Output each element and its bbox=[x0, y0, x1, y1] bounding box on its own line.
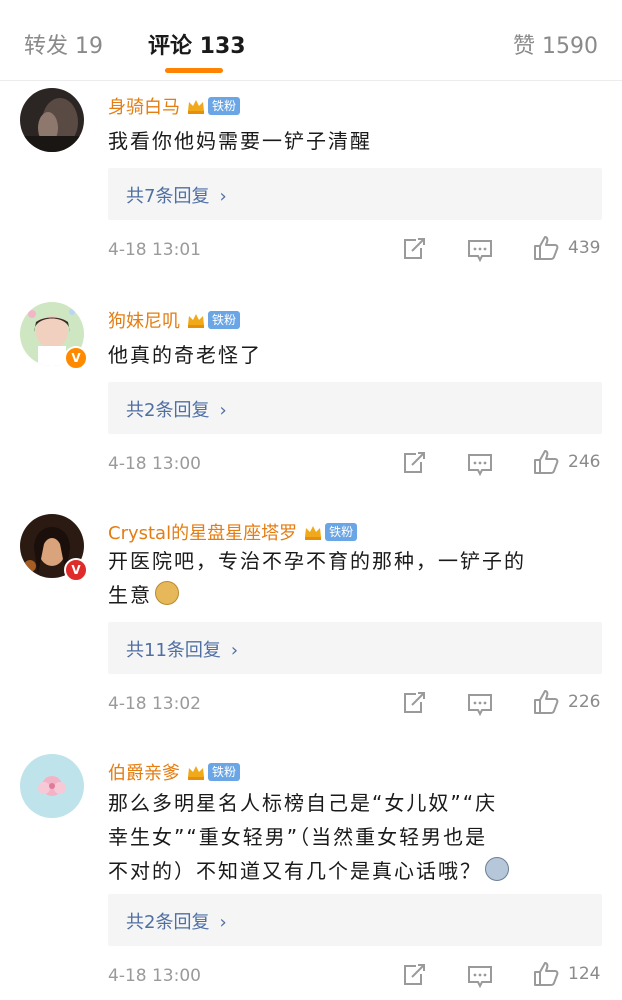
chevron-right-icon: › bbox=[219, 400, 227, 421]
fan-badge: 铁粉 bbox=[325, 523, 358, 541]
replies-link[interactable]: 共2条回复 › bbox=[108, 894, 602, 946]
comment-text: 那么多明星名人标榜自己是“女儿奴”“庆 幸生女”“重女轻男”（当然重女轻男也是 … bbox=[108, 786, 602, 888]
comment-icon[interactable] bbox=[466, 238, 494, 264]
comment-text-line-wrap: 生意 bbox=[108, 578, 602, 612]
crown-icon bbox=[188, 766, 204, 780]
tab-forward[interactable]: 转发 19 bbox=[24, 28, 103, 60]
timestamp: 4-18 13:00 bbox=[108, 966, 201, 986]
username[interactable]: 身骑白马 bbox=[108, 93, 180, 119]
chevron-right-icon: › bbox=[230, 640, 239, 661]
thumbs-up-icon bbox=[534, 962, 559, 986]
comment-item: V 狗妹尼叽 铁粉 他真的奇老怪了 共2条回复 › 4-18 13:00 246 bbox=[0, 302, 622, 502]
like-button[interactable]: 226 bbox=[532, 688, 600, 716]
tab-likes[interactable]: 赞 1590 bbox=[513, 28, 598, 60]
like-count: 439 bbox=[568, 238, 601, 258]
thumbs-up-icon bbox=[534, 450, 559, 474]
comment-item: 身骑白马 铁粉 我看你他妈需要一铲子清醒 共7条回复 › 4-18 13:01 4… bbox=[0, 88, 622, 288]
comment-text-line: 幸生女”“重女轻男”（当然重女轻男也是 bbox=[108, 825, 488, 849]
avatar[interactable] bbox=[20, 88, 84, 152]
like-count: 246 bbox=[568, 452, 601, 472]
comment-meta: 4-18 13:01 439 bbox=[108, 236, 602, 264]
fan-badge: 铁粉 bbox=[208, 97, 241, 115]
comment-text-line: 生意 bbox=[108, 583, 152, 607]
share-icon[interactable] bbox=[400, 690, 428, 716]
crown-icon bbox=[188, 314, 204, 328]
doge-emoji-icon bbox=[155, 581, 179, 605]
like-count: 226 bbox=[568, 692, 601, 712]
verified-badge: V bbox=[64, 346, 88, 370]
comment-icon[interactable] bbox=[466, 692, 494, 718]
share-icon[interactable] bbox=[400, 962, 428, 988]
tab-comments[interactable]: 评论 133 bbox=[148, 28, 246, 60]
crown-icon bbox=[305, 526, 322, 540]
chevron-right-icon: › bbox=[219, 186, 227, 207]
replies-link[interactable]: 共7条回复 › bbox=[108, 168, 602, 220]
chevron-right-icon: › bbox=[219, 912, 227, 933]
comment-tabs: 转发 19 评论 133 赞 1590 bbox=[0, 0, 622, 81]
username[interactable]: 伯爵亲爹 bbox=[108, 759, 180, 785]
comment-item: 伯爵亲爹 铁粉 那么多明星名人标榜自己是“女儿奴”“庆 幸生女”“重女轻男”（当… bbox=[0, 754, 622, 1000]
comment-text: 开医院吧，专治不孕不育的那种，一铲子的 生意 bbox=[108, 544, 602, 612]
timestamp: 4-18 13:00 bbox=[108, 454, 201, 474]
replies-count: 共2条回复 bbox=[126, 400, 210, 421]
thumbs-up-icon bbox=[534, 236, 559, 260]
replies-count: 共11条回复 bbox=[126, 640, 221, 661]
replies-count: 共2条回复 bbox=[126, 912, 210, 933]
like-button[interactable]: 439 bbox=[532, 234, 600, 262]
active-tab-indicator bbox=[165, 68, 223, 73]
crown-icon bbox=[188, 100, 204, 114]
share-icon[interactable] bbox=[400, 236, 428, 262]
timestamp: 4-18 13:01 bbox=[108, 240, 201, 260]
fan-badge: 铁粉 bbox=[208, 311, 241, 329]
username[interactable]: 狗妹尼叽 bbox=[108, 307, 180, 333]
comment-meta: 4-18 13:00 246 bbox=[108, 450, 602, 478]
username[interactable]: Crystal的星盘星座塔罗 bbox=[108, 519, 297, 545]
comment-text-line-wrap: 不对的）不知道又有几个是真心话哦？ bbox=[108, 854, 602, 888]
share-icon[interactable] bbox=[400, 450, 428, 476]
replies-link[interactable]: 共2条回复 › bbox=[108, 382, 602, 434]
comment-icon[interactable] bbox=[466, 964, 494, 990]
comment-text: 他真的奇老怪了 bbox=[108, 338, 602, 372]
comment-icon[interactable] bbox=[466, 452, 494, 478]
fan-badge: 铁粉 bbox=[208, 763, 241, 781]
comment-text-line: 开医院吧，专治不孕不育的那种，一铲子的 bbox=[108, 549, 526, 573]
comment-text: 我看你他妈需要一铲子清醒 bbox=[108, 124, 602, 158]
comment-text-line: 不对的）不知道又有几个是真心话哦？ bbox=[108, 859, 482, 883]
comment-item: V Crystal的星盘星座塔罗 铁粉 开医院吧，专治不孕不育的那种，一铲子的 … bbox=[0, 514, 622, 750]
comment-text-line: 那么多明星名人标榜自己是“女儿奴”“庆 bbox=[108, 791, 498, 815]
timestamp: 4-18 13:02 bbox=[108, 694, 201, 714]
thumbs-up-icon bbox=[534, 690, 559, 714]
verified-badge: V bbox=[64, 558, 88, 582]
face-emoji-icon bbox=[485, 857, 509, 881]
comment-text-line: 他真的奇老怪了 bbox=[108, 343, 262, 367]
like-button[interactable]: 246 bbox=[532, 448, 600, 476]
like-count: 124 bbox=[568, 964, 601, 984]
comment-meta: 4-18 13:00 124 bbox=[108, 962, 602, 990]
comment-meta: 4-18 13:02 226 bbox=[108, 690, 602, 718]
comment-text-line: 我看你他妈需要一铲子清醒 bbox=[108, 129, 372, 153]
avatar[interactable] bbox=[20, 754, 84, 818]
replies-link[interactable]: 共11条回复 › bbox=[108, 622, 602, 674]
like-button[interactable]: 124 bbox=[532, 960, 600, 988]
replies-count: 共7条回复 bbox=[126, 186, 210, 207]
